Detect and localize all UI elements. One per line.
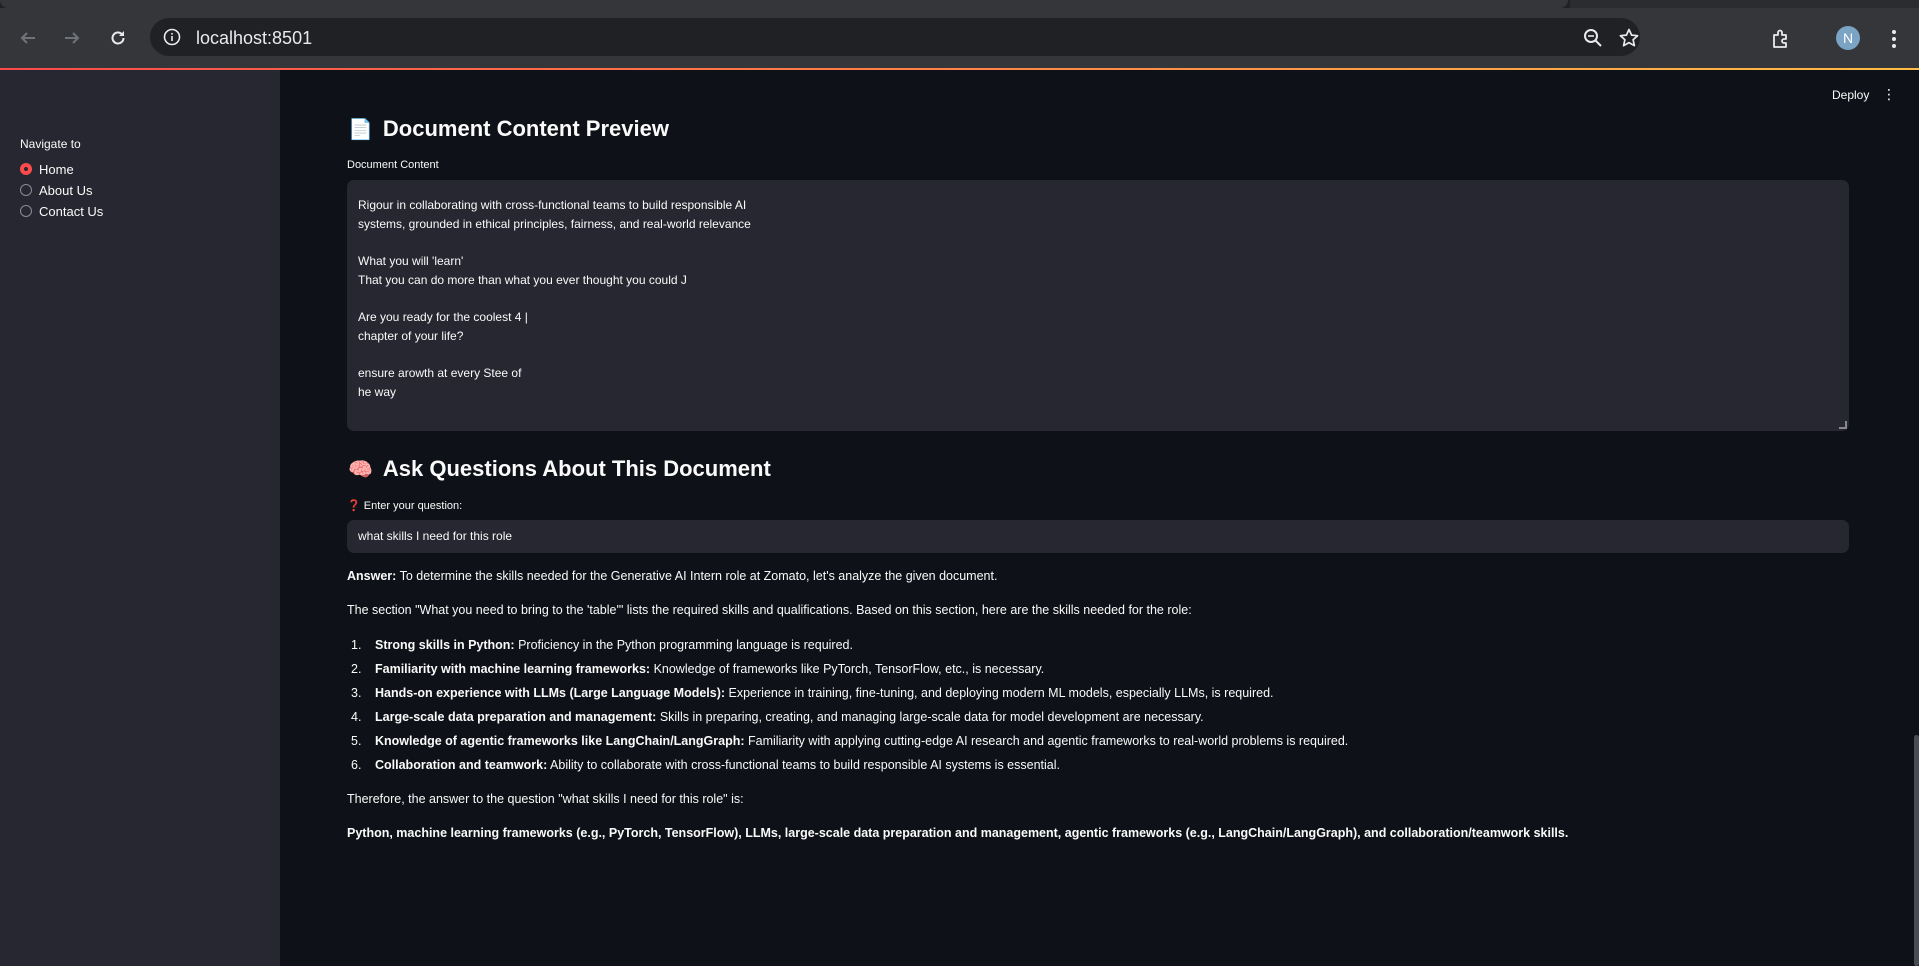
sidebar-item-label: Home: [39, 161, 74, 177]
answer-intro-text: To determine the skills needed for the G…: [396, 569, 998, 583]
qa-title: Ask Questions About This Document: [382, 456, 771, 481]
browser-tab-strip: [0, 0, 1919, 8]
question-input[interactable]: what skills I need for this role: [347, 520, 1849, 553]
document-icon: 📄: [348, 118, 373, 141]
document-content-label: Document Content: [347, 159, 439, 171]
skill-title: Strong skills in Python:: [375, 638, 515, 652]
document-text-line: [358, 233, 1838, 252]
document-text-line: chapter of your life?: [358, 328, 464, 343]
radio-unselected-icon[interactable]: [20, 205, 32, 217]
document-text-line: Are you ready for the coolest 4 |: [358, 310, 528, 325]
question-label-text: Enter your question:: [363, 500, 463, 512]
skill-title: Knowledge of agentic frameworks like Lan…: [375, 734, 745, 748]
sidebar-item-home[interactable]: Home: [20, 159, 74, 179]
sidebar-item-about-us[interactable]: About Us: [20, 180, 92, 200]
skill-description: Knowledge of frameworks like PyTorch, Te…: [650, 662, 1045, 676]
browser-tab[interactable]: [0, 0, 1568, 8]
radio-selected-icon[interactable]: [20, 163, 32, 175]
answer-intro: Answer: To determine the skills needed f…: [347, 569, 997, 583]
skill-description: Experience in training, fine-tuning, and…: [725, 686, 1274, 700]
main-content: Deploy ⋮ 📄 Document Content Preview Docu…: [280, 70, 1919, 966]
skill-list-item: 6. Collaboration and teamwork: Ability to…: [347, 758, 1060, 772]
document-text-line: systems, grounded in ethical principles,…: [358, 216, 751, 231]
skill-list-item: 2. Familiarity with machine learning fram…: [347, 662, 1044, 676]
sidebar-item-contact-us[interactable]: Contact Us: [20, 201, 103, 221]
skill-title: Large-scale data preparation and managem…: [375, 710, 657, 724]
browser-toolbar: localhost:8501 N: [0, 8, 1919, 70]
therefore-text: Therefore, the answer to the question "w…: [347, 792, 744, 806]
page-scrollbar[interactable]: [1914, 735, 1919, 966]
document-text-line: ensure arowth at every Stee of: [358, 366, 522, 381]
skill-number: 4.: [351, 710, 362, 724]
skill-description: Skills in preparing, creating, and manag…: [656, 710, 1204, 724]
document-text-line: he way: [358, 384, 397, 399]
document-text-line: That you can do more than what you ever …: [358, 272, 687, 287]
skill-number: 6.: [351, 758, 362, 772]
forward-icon[interactable]: [56, 22, 88, 54]
radio-unselected-icon[interactable]: [20, 184, 32, 196]
reload-icon[interactable]: [102, 22, 134, 54]
question-mark-icon: ❓: [347, 500, 361, 512]
qa-heading: 🧠 Ask Questions About This Document: [348, 456, 771, 482]
final-answer: Python, machine learning frameworks (e.g…: [347, 826, 1569, 840]
sidebar-item-label: Contact Us: [39, 203, 104, 219]
skill-list-item: 4. Large-scale data preparation and manag…: [347, 710, 1204, 724]
answer-label: Answer:: [347, 569, 397, 583]
site-info-icon[interactable]: [162, 27, 182, 47]
brain-icon: 🧠: [348, 458, 373, 481]
question-label: ❓ Enter your question:: [347, 499, 462, 512]
back-icon[interactable]: [12, 22, 44, 54]
browser-tab-inactive[interactable]: [1570, 0, 1919, 8]
section-text: The section "What you need to bring to t…: [347, 603, 1192, 617]
skill-number: 1.: [351, 638, 362, 652]
bookmark-star-icon[interactable]: [1618, 27, 1640, 49]
skill-title: Hands-on experience with LLMs (Large Lan…: [375, 686, 726, 700]
document-text-line: What you will 'learn': [358, 254, 464, 269]
deploy-button[interactable]: Deploy: [1832, 88, 1869, 102]
skill-description: Ability to collaborate with cross-functi…: [547, 758, 1060, 772]
resize-handle-icon[interactable]: [1839, 421, 1847, 429]
skill-title: Collaboration and teamwork:: [375, 758, 548, 772]
skill-description: Proficiency in the Python programming la…: [514, 638, 853, 652]
browser-menu-icon[interactable]: [1881, 26, 1907, 52]
skill-number: 2.: [351, 662, 362, 676]
document-text-line: [358, 289, 1838, 308]
document-content-textarea[interactable]: Rigour in collaborating with cross-funct…: [347, 180, 1849, 431]
sidebar: Navigate to Home About Us Contact Us: [0, 70, 280, 966]
skill-number: 3.: [351, 686, 362, 700]
preview-title: Document Content Preview: [382, 116, 669, 141]
url-text[interactable]: localhost:8501: [196, 28, 312, 49]
skill-list-item: 1. Strong skills in Python: Proficiency i…: [347, 638, 853, 652]
preview-heading: 📄 Document Content Preview: [348, 116, 669, 142]
extensions-icon[interactable]: [1768, 26, 1794, 52]
profile-avatar[interactable]: N: [1836, 26, 1860, 50]
address-bar[interactable]: localhost:8501: [150, 18, 1640, 56]
document-text-line: Rigour in collaborating with cross-funct…: [358, 198, 747, 212]
skill-title: Familiarity with machine learning framew…: [375, 662, 651, 676]
skill-description: Familiarity with applying cutting-edge A…: [744, 734, 1349, 748]
sidebar-item-label: About Us: [39, 182, 93, 198]
document-text-line: [358, 346, 1838, 365]
app-menu-icon[interactable]: ⋮: [1882, 86, 1896, 103]
skill-list-item: 5. Knowledge of agentic frameworks like L…: [347, 734, 1348, 748]
zoom-icon[interactable]: [1582, 27, 1604, 49]
sidebar-nav-title: Navigate to: [20, 137, 81, 151]
skill-list-item: 3. Hands-on experience with LLMs (Large L…: [347, 686, 1274, 700]
skill-number: 5.: [351, 734, 362, 748]
